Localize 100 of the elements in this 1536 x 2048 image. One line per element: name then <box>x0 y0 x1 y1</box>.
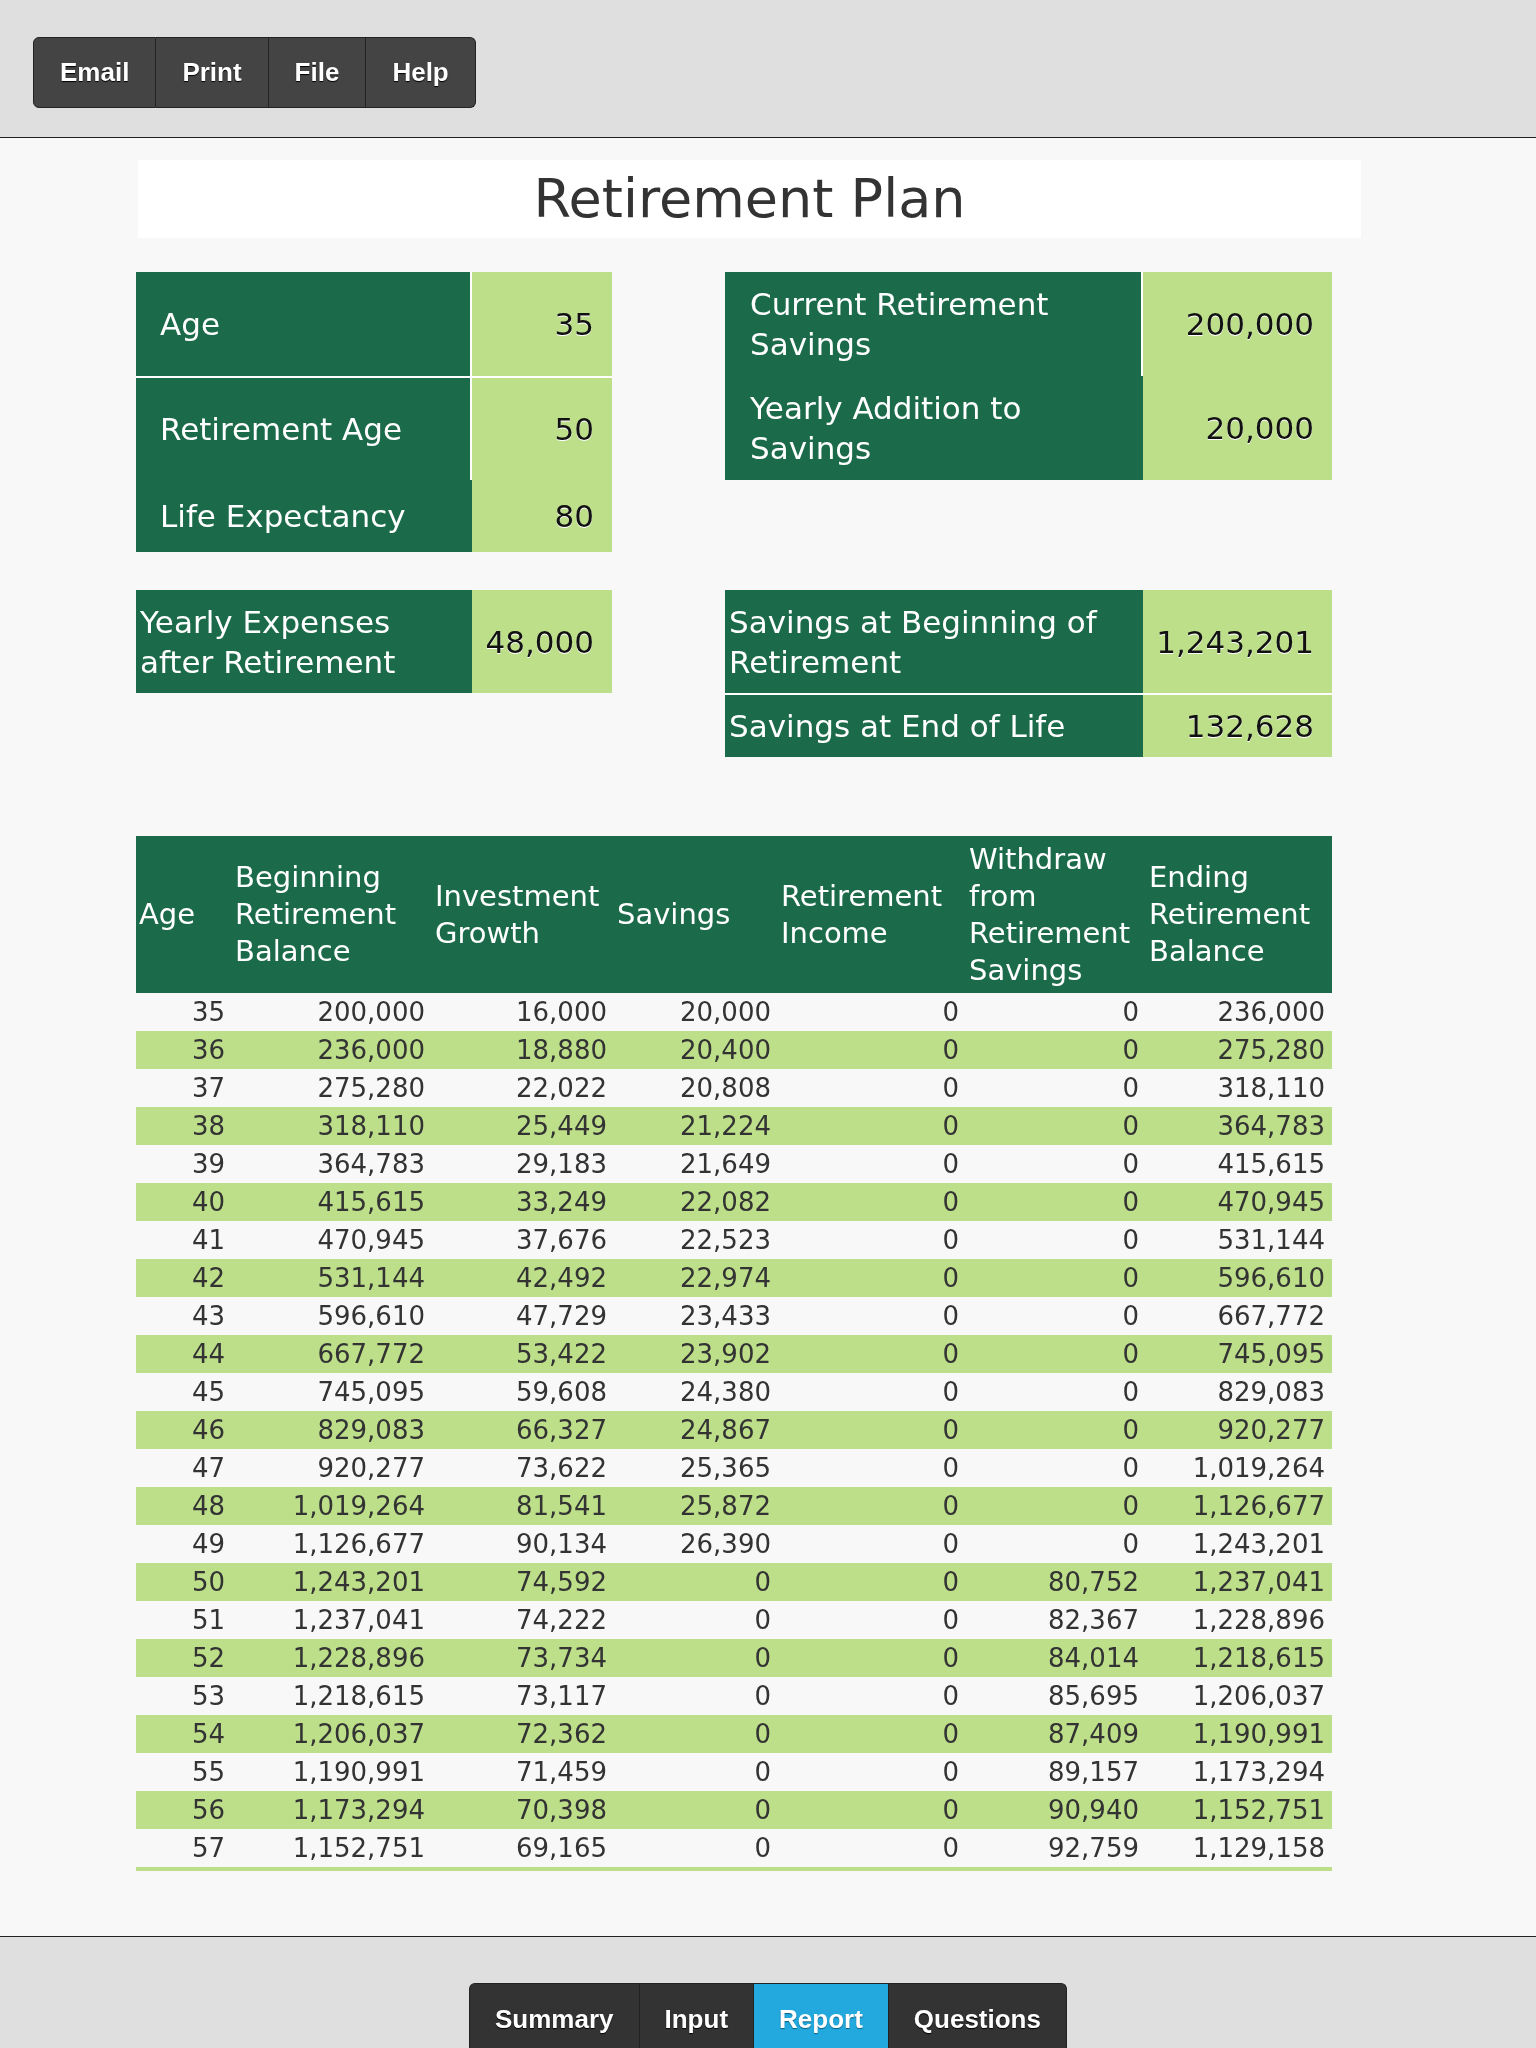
table-cell: 0 <box>778 1183 966 1221</box>
column-header: Retirement Income <box>778 836 966 993</box>
table-cell-text: 26,390 <box>679 1528 772 1561</box>
table-cell-text: 0 <box>753 1756 772 1789</box>
toolbar-button[interactable]: File <box>268 37 367 108</box>
table-cell-text: 74,222 <box>515 1604 608 1637</box>
table-cell-text: 22,022 <box>515 1072 608 1105</box>
field-value: 132,628 <box>1143 693 1332 757</box>
table-cell: 36 <box>136 1031 232 1069</box>
table-cell-text: 1,190,991 <box>291 1756 426 1789</box>
table-cell: 70,398 <box>432 1791 614 1829</box>
table-cell-text: 16,000 <box>515 996 608 1029</box>
table-cell: 470,945 <box>1146 1183 1332 1221</box>
tab[interactable]: Questions <box>888 1983 1067 2048</box>
table-cell: 0 <box>966 1259 1146 1297</box>
table-cell: 46 <box>136 1411 232 1449</box>
table-cell: 0 <box>778 1487 966 1525</box>
page-title: Retirement Plan <box>138 160 1361 238</box>
field-label: Age <box>136 272 472 376</box>
table-cell-text: 415,615 <box>1216 1148 1326 1181</box>
toolbar-button[interactable]: Help <box>366 37 476 108</box>
table-cell: 1,173,294 <box>232 1791 432 1829</box>
table-cell-text: 200,000 <box>316 996 426 1029</box>
field-label: Current Retirement Savings <box>725 272 1143 376</box>
table-cell-text: 39 <box>190 1148 226 1181</box>
table-cell-text: 0 <box>941 1680 960 1713</box>
table-cell-text: 85,695 <box>1047 1680 1140 1713</box>
table-cell: 364,783 <box>1146 1107 1332 1145</box>
table-cell-text: 0 <box>753 1604 772 1637</box>
table-cell-text: 59,608 <box>515 1376 608 1409</box>
table-cell: 20,400 <box>614 1031 778 1069</box>
table-cell-text: 51 <box>190 1604 226 1637</box>
toolbar-button[interactable]: Print <box>156 37 269 108</box>
table-cell: 90,940 <box>966 1791 1146 1829</box>
table-cell: 73,734 <box>432 1639 614 1677</box>
table-cell-text: 55 <box>190 1756 226 1789</box>
table-cell: 74,592 <box>432 1563 614 1601</box>
table-cell: 1,126,677 <box>1146 1487 1332 1525</box>
toolbar-button[interactable]: Email <box>33 37 157 108</box>
table-cell-text: 23,433 <box>679 1300 772 1333</box>
table-cell-text: 745,095 <box>316 1376 426 1409</box>
field-label: Yearly Expenses after Retirement <box>136 590 472 693</box>
table-cell: 72,362 <box>432 1715 614 1753</box>
table-cell: 0 <box>778 1715 966 1753</box>
table-cell: 596,610 <box>1146 1259 1332 1297</box>
table-cell-text: 24,380 <box>679 1376 772 1409</box>
field-value: 35 <box>472 272 612 376</box>
table-cell-text: 667,772 <box>1216 1300 1326 1333</box>
field-label: Savings at End of Life <box>725 693 1143 757</box>
table-cell: 0 <box>778 1411 966 1449</box>
table-cell: 40 <box>136 1183 232 1221</box>
table-cell-text: 1,019,264 <box>1191 1452 1326 1485</box>
table-cell: 0 <box>614 1563 778 1601</box>
table-cell-text: 73,622 <box>515 1452 608 1485</box>
table-cell: 1,206,037 <box>232 1715 432 1753</box>
table-cell-text: 20,000 <box>679 996 772 1029</box>
table-cell-text: 45 <box>190 1376 226 1409</box>
table-cell-text: 69,165 <box>515 1832 608 1865</box>
table-cell-text: 0 <box>941 996 960 1029</box>
table-cell-text: 73,117 <box>515 1680 608 1713</box>
column-header: Age <box>136 836 232 993</box>
table-cell-text: 47,729 <box>515 1300 608 1333</box>
tab[interactable]: Input <box>639 1983 755 2048</box>
table-cell-text: 43 <box>190 1300 226 1333</box>
table-cell: 23,902 <box>614 1335 778 1373</box>
table-cell: 1,152,751 <box>1146 1791 1332 1829</box>
table-cell-text: 0 <box>941 1224 960 1257</box>
table-cell-text: 0 <box>1121 1300 1140 1333</box>
table-cell: 44 <box>136 1335 232 1373</box>
table-cell: 318,110 <box>232 1107 432 1145</box>
table-cell: 24,867 <box>614 1411 778 1449</box>
table-cell-text: 1,237,041 <box>291 1604 426 1637</box>
table-cell: 0 <box>966 1411 1146 1449</box>
tab[interactable]: Summary <box>469 1983 640 2048</box>
table-cell-text: 82,367 <box>1047 1604 1140 1637</box>
table-cell-text: 1,243,201 <box>1191 1528 1326 1561</box>
table-cell: 0 <box>778 1031 966 1069</box>
table-cell: 0 <box>778 1639 966 1677</box>
table-cell: 0 <box>614 1715 778 1753</box>
table-cell: 667,772 <box>232 1335 432 1373</box>
table-cell-text: 20,808 <box>679 1072 772 1105</box>
table-cell: 66,327 <box>432 1411 614 1449</box>
table-cell: 1,190,991 <box>1146 1715 1332 1753</box>
field-value: 20,000 <box>1143 376 1332 480</box>
table-cell: 81,541 <box>432 1487 614 1525</box>
table-cell-text: 49 <box>190 1528 226 1561</box>
table-cell: 0 <box>614 1791 778 1829</box>
table-cell: 18,880 <box>432 1031 614 1069</box>
table-cell-text: 0 <box>1121 1072 1140 1105</box>
table-cell-text: 22,523 <box>679 1224 772 1257</box>
table-cell: 84,014 <box>966 1639 1146 1677</box>
table-cell: 745,095 <box>1146 1335 1332 1373</box>
table-cell-text: 0 <box>941 1528 960 1561</box>
column-header: Beginning Retirement Balance <box>232 836 432 993</box>
table-cell: 1,243,201 <box>232 1563 432 1601</box>
column-header: Savings <box>614 836 778 993</box>
table-cell-text: 1,218,615 <box>291 1680 426 1713</box>
table-cell-text: 275,280 <box>316 1072 426 1105</box>
table-cell: 0 <box>966 1335 1146 1373</box>
table-cell: 22,974 <box>614 1259 778 1297</box>
